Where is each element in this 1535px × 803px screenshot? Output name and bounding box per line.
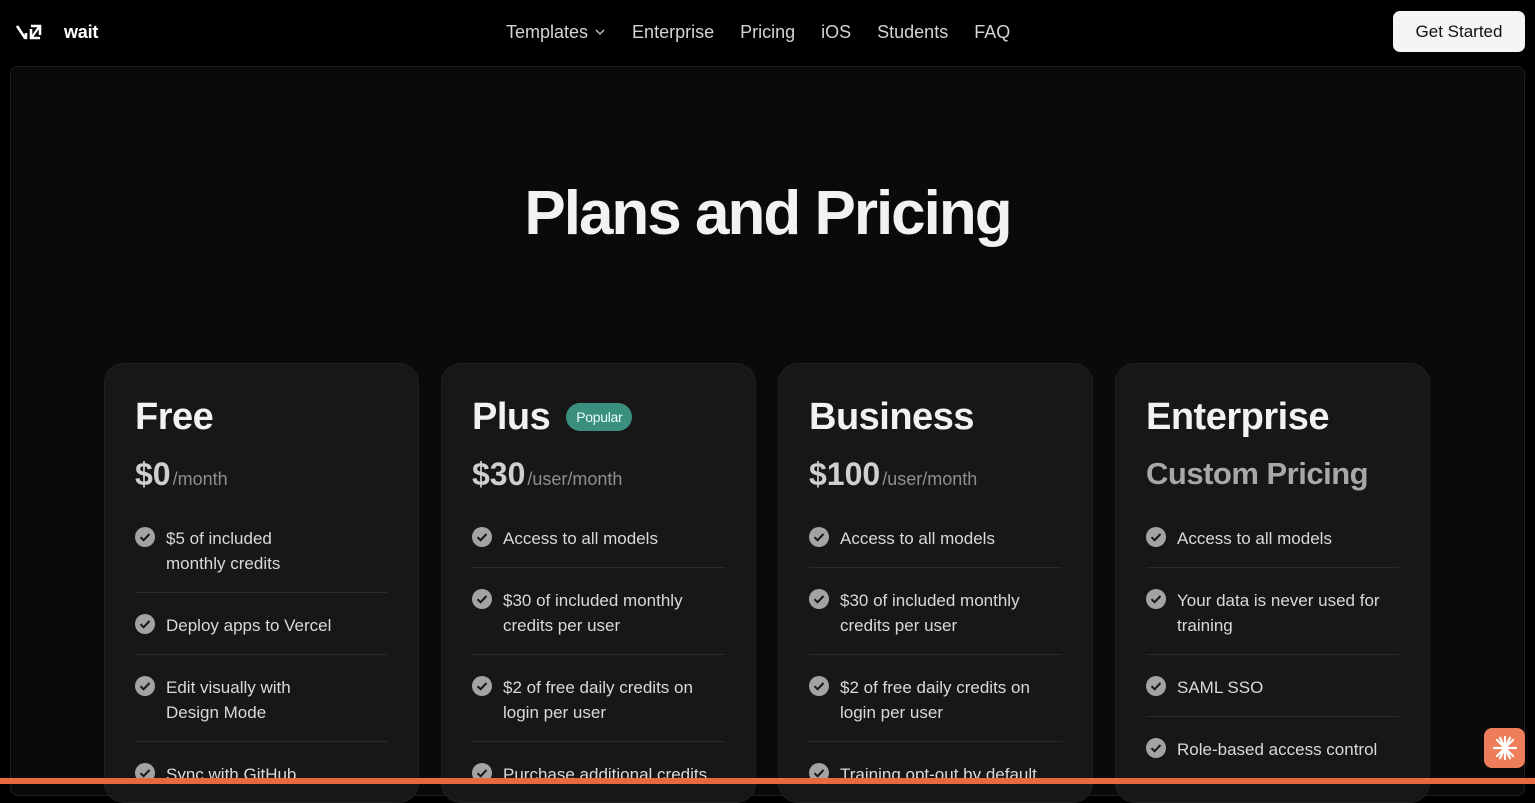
plan-price: $100 /user/month	[809, 456, 1062, 492]
check-circle-icon	[809, 527, 829, 547]
feature-text: Access to all models	[840, 529, 995, 548]
pricing-cards: Free $0 /month $5 of included monthly cr…	[104, 363, 1430, 803]
price-amount: $100	[809, 456, 881, 492]
feature-item: $30 of included monthly credits per user	[472, 580, 725, 655]
feature-text: Access to all models	[1177, 529, 1332, 548]
feature-text: $2 of free daily credits on login per us…	[840, 678, 1030, 722]
popular-badge: Popular	[566, 403, 633, 431]
accent-bar	[0, 778, 1535, 784]
feature-item: Edit visually with Design Mode	[135, 667, 388, 742]
chevron-down-icon	[595, 29, 605, 36]
check-circle-icon	[1146, 527, 1166, 547]
check-circle-icon	[1146, 738, 1166, 758]
check-circle-icon	[135, 614, 155, 634]
check-circle-icon	[472, 589, 492, 609]
v0-logo-icon	[16, 24, 42, 40]
plan-card-enterprise: Enterprise Custom Pricing Access to all …	[1115, 363, 1430, 803]
feature-list: Access to all models $30 of included mon…	[472, 518, 725, 803]
plan-header: Business	[809, 396, 1062, 438]
check-circle-icon	[135, 527, 155, 547]
nav-item-pricing[interactable]: Pricing	[740, 22, 795, 43]
check-circle-icon	[1146, 589, 1166, 609]
nav-item-label: FAQ	[974, 21, 1011, 42]
price-amount: $30	[472, 456, 526, 492]
feature-list: $5 of included monthly credits Deploy ap…	[135, 518, 388, 803]
plan-name: Plus	[472, 395, 551, 438]
feature-item: Role-based access control	[1146, 729, 1399, 778]
brand-logo[interactable]: wait	[16, 20, 98, 44]
nav-item-label: Templates	[506, 21, 589, 42]
check-circle-icon	[472, 676, 492, 696]
feature-item: Deploy apps to Vercel	[135, 605, 388, 655]
plan-card-plus: Plus Popular $30 /user/month Access to a…	[441, 363, 756, 803]
feature-list: Access to all models Your data is never …	[1146, 518, 1399, 778]
page-title: Plans and Pricing	[524, 179, 1012, 248]
feature-item: $5 of included monthly credits	[135, 518, 388, 593]
feature-item: Access to all models	[472, 518, 725, 568]
nav-item-enterprise[interactable]: Enterprise	[632, 22, 714, 43]
feature-item: Access to all models	[1146, 518, 1399, 568]
check-circle-icon	[135, 676, 155, 696]
nav-item-label: Students	[877, 21, 949, 42]
plan-price: Custom Pricing	[1146, 456, 1399, 492]
feature-text: $5 of included monthly credits	[166, 529, 281, 573]
plan-name: Free	[135, 395, 214, 438]
sparkle-icon	[1492, 735, 1517, 761]
plan-price: $30 /user/month	[472, 456, 725, 492]
main-nav: Templates Enterprise Pricing iOS Student…	[506, 20, 1010, 44]
price-period: /user/month	[882, 469, 978, 489]
plan-header: Free	[135, 396, 388, 438]
nav-item-templates[interactable]: Templates	[506, 22, 606, 43]
feature-text: $30 of included monthly credits per user	[503, 591, 683, 635]
price-amount: $0	[135, 456, 171, 492]
nav-item-students[interactable]: Students	[877, 22, 948, 43]
plan-name: Enterprise	[1146, 395, 1329, 438]
check-circle-icon	[809, 676, 829, 696]
plan-card-business: Business $100 /user/month Access to all …	[778, 363, 1093, 803]
price-period: /user/month	[527, 469, 623, 489]
help-widget-button[interactable]	[1484, 728, 1525, 768]
nav-item-label: Pricing	[740, 21, 796, 42]
feature-text: Your data is never used for training	[1177, 591, 1380, 635]
feature-item: $30 of included monthly credits per user	[809, 580, 1062, 655]
brand-name: wait	[64, 21, 99, 42]
plan-header: Plus Popular	[472, 396, 725, 438]
plan-price: $0 /month	[135, 456, 388, 492]
feature-text: SAML SSO	[1177, 678, 1264, 697]
feature-item: SAML SSO	[1146, 667, 1399, 717]
feature-item: Access to all models	[809, 518, 1062, 568]
get-started-button[interactable]: Get Started	[1393, 11, 1525, 52]
nav-item-faq[interactable]: FAQ	[974, 22, 1010, 43]
check-circle-icon	[1146, 676, 1166, 696]
plan-name: Business	[809, 395, 974, 438]
feature-text: Deploy apps to Vercel	[166, 616, 332, 635]
check-circle-icon	[809, 589, 829, 609]
plan-header: Enterprise	[1146, 396, 1399, 438]
feature-list: Access to all models $30 of included mon…	[809, 518, 1062, 803]
feature-item: Your data is never used for training	[1146, 580, 1399, 655]
feature-text: $2 of free daily credits on login per us…	[503, 678, 693, 722]
custom-pricing: Custom Pricing	[1146, 456, 1369, 491]
feature-item: $2 of free daily credits on login per us…	[809, 667, 1062, 742]
feature-item: $2 of free daily credits on login per us…	[472, 667, 725, 742]
nav-item-label: iOS	[821, 21, 852, 42]
feature-text: Edit visually with Design Mode	[166, 678, 291, 722]
feature-text: $30 of included monthly credits per user	[840, 591, 1020, 635]
price-period: /month	[172, 469, 228, 489]
nav-item-label: Enterprise	[632, 21, 715, 42]
plan-card-free: Free $0 /month $5 of included monthly cr…	[104, 363, 419, 803]
feature-text: Access to all models	[503, 529, 658, 548]
check-circle-icon	[472, 527, 492, 547]
feature-text: Role-based access control	[1177, 740, 1378, 759]
nav-item-ios[interactable]: iOS	[821, 22, 851, 43]
top-nav-bar: wait Templates Enterprise Pricing iOS St…	[0, 0, 1535, 64]
